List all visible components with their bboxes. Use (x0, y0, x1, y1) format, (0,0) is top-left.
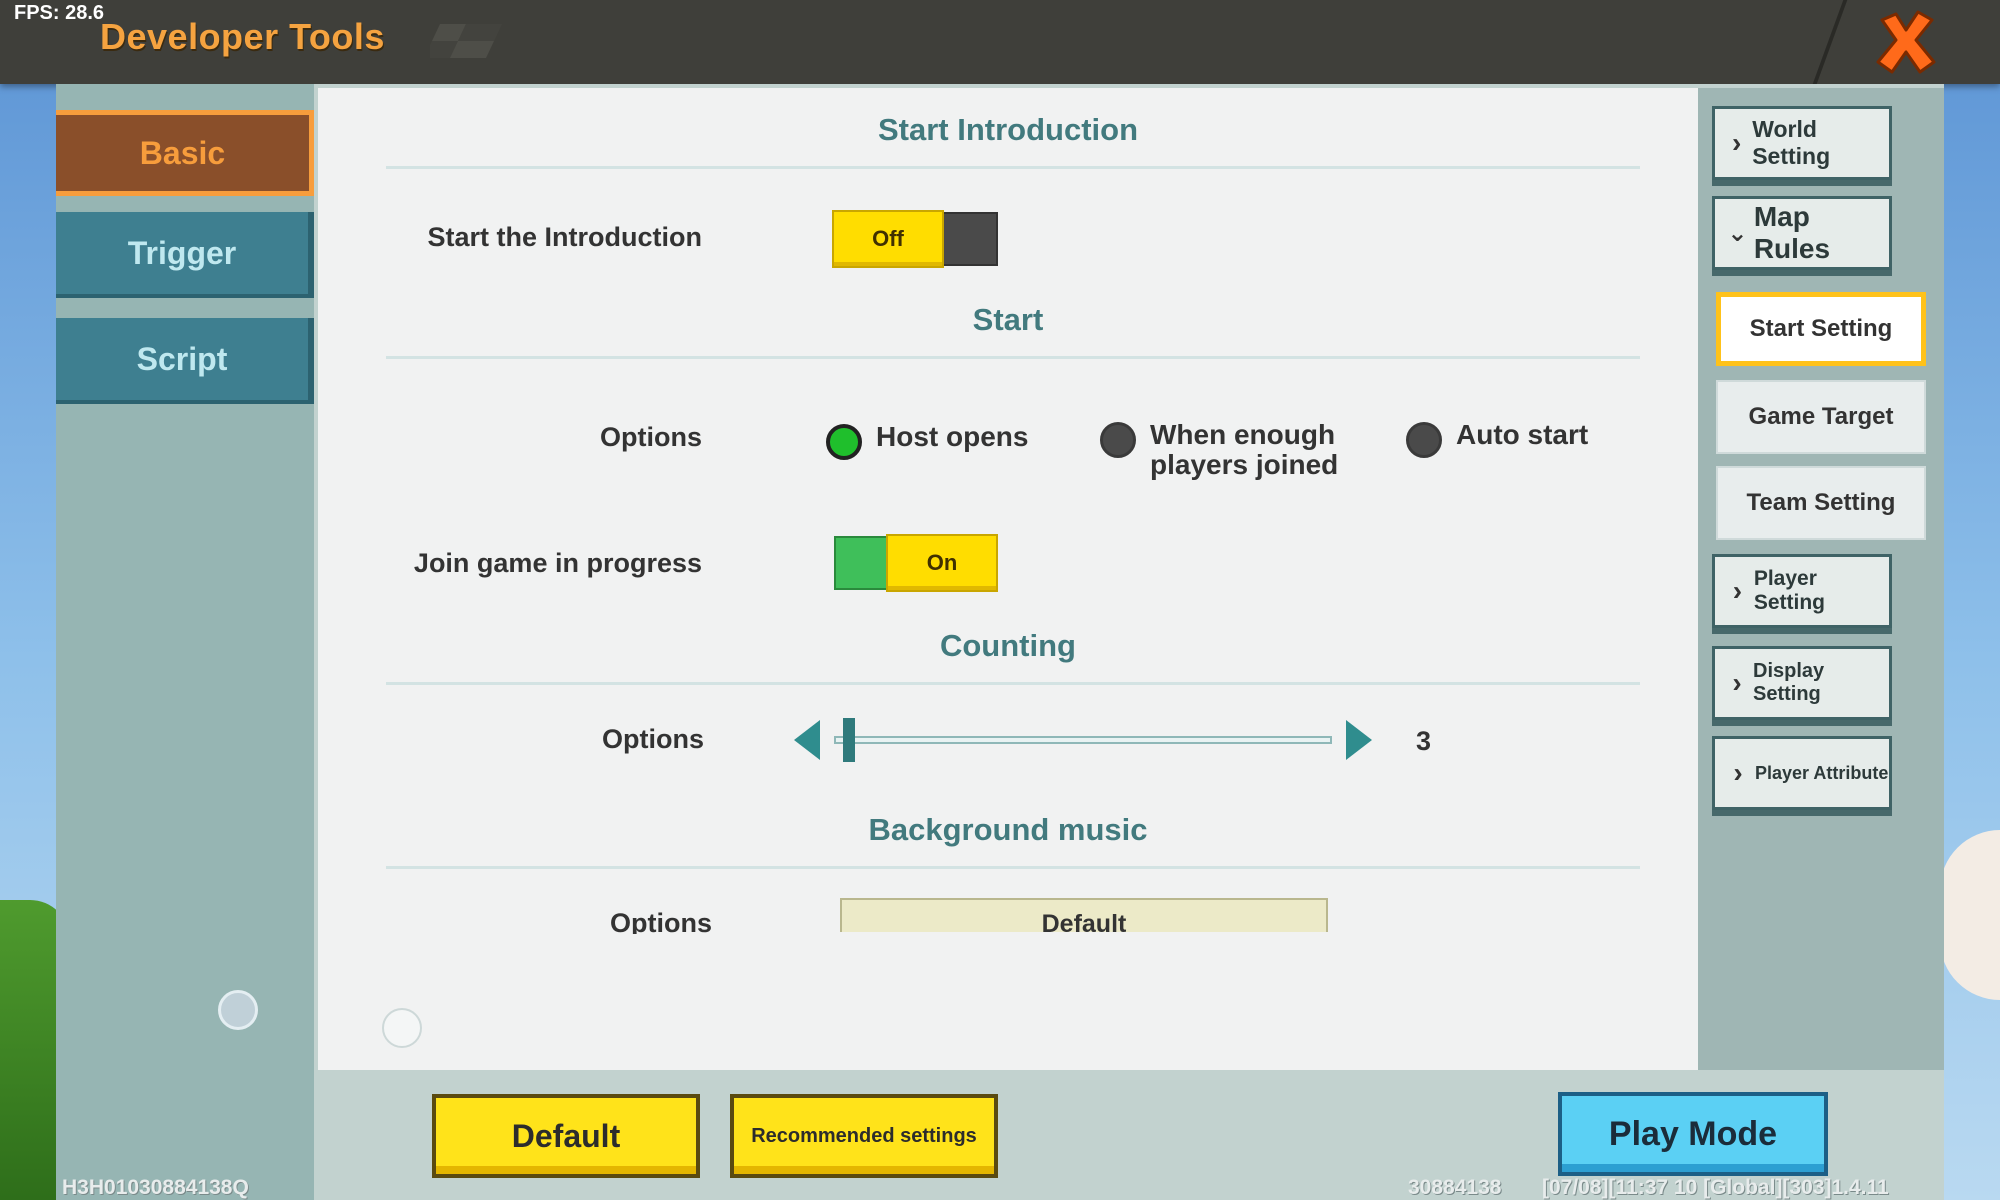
chevron-right-icon: › (1731, 127, 1742, 158)
scroll-knob (382, 1008, 422, 1048)
chevron-right-icon: › (1732, 575, 1743, 606)
nav-label: Player Attribute (1755, 762, 1889, 783)
toggle-state-label: On (886, 534, 998, 592)
decrease-arrow-icon[interactable] (794, 720, 820, 760)
chevron-down-icon: ⌄ (1727, 219, 1748, 247)
nav-map-rules[interactable]: ⌄ Map Rules (1712, 196, 1892, 270)
counting-options-label: Options (602, 724, 704, 754)
play-mode-button[interactable]: Play Mode (1558, 1092, 1828, 1176)
radio-when-enough-players[interactable]: When enough players joined (1100, 420, 1360, 480)
start-introduction-label: Start the Introduction (427, 222, 702, 252)
nav-label: World Setting (1752, 116, 1831, 169)
nav-start-setting[interactable]: Start Setting (1716, 292, 1926, 366)
nav-player-attribute[interactable]: › Player Attribute (1712, 736, 1892, 810)
toggle-track (834, 536, 892, 590)
start-options-label: Options (600, 422, 702, 452)
section-divider (386, 356, 1640, 359)
section-title-counting: Counting (939, 628, 1076, 663)
build-id: H3H01030884138Q (62, 1176, 249, 1199)
close-icon[interactable] (1870, 6, 1942, 78)
section-divider (386, 866, 1640, 869)
chevron-right-icon: › (1732, 667, 1742, 698)
radio-label: Host opens (876, 421, 1029, 452)
nav-player-setting[interactable]: › Player Setting (1712, 554, 1892, 628)
tab-trigger[interactable]: Trigger (56, 212, 314, 298)
nav-label: Display Setting (1753, 660, 1825, 705)
join-game-label: Join game in progress (413, 548, 702, 578)
chevron-right-icon: › (1733, 757, 1743, 788)
nav-display-setting[interactable]: › Display Setting (1712, 646, 1892, 720)
server-id: 30884138 (1408, 1176, 1502, 1199)
toggle-track (940, 212, 998, 266)
start-introduction-toggle[interactable]: Off (832, 210, 998, 268)
tab-script[interactable]: Script (56, 318, 314, 404)
slider-handle[interactable] (843, 718, 855, 762)
nav-game-target[interactable]: Game Target (1716, 380, 1926, 454)
nav-label: Player Setting (1753, 567, 1825, 614)
section-title-start-introduction: Start Introduction (877, 112, 1139, 147)
joystick-knob[interactable] (218, 990, 258, 1030)
section-divider (386, 166, 1640, 169)
section-title-start: Start (972, 302, 1044, 337)
build-info: [07/08][11:37 10 [Global][303]1.4.11 (1542, 1176, 1889, 1199)
nav-team-setting[interactable]: Team Setting (1716, 466, 1926, 540)
flag-icon (430, 24, 502, 58)
section-divider (386, 682, 1640, 685)
join-game-toggle[interactable]: On (834, 534, 1000, 592)
tab-basic[interactable]: Basic (56, 110, 314, 196)
increase-arrow-icon[interactable] (1346, 720, 1372, 760)
background-music-select[interactable]: Default (840, 898, 1328, 932)
radio-unselected-icon (1100, 422, 1136, 458)
counting-slider[interactable] (834, 736, 1332, 744)
nav-world-setting[interactable]: › World Setting (1712, 106, 1892, 180)
radio-unselected-icon (1406, 422, 1442, 458)
toggle-state-label: Off (832, 210, 944, 268)
nav-label: Map Rules (1753, 201, 1831, 264)
counting-value: 3 (1416, 726, 1432, 756)
radio-host-opens[interactable]: Host opens (826, 422, 1028, 460)
section-title-background-music: Background music (868, 812, 1148, 847)
music-options-label: Options (610, 908, 712, 934)
recommended-settings-button[interactable]: Recommended settings (730, 1094, 998, 1178)
radio-selected-icon (826, 424, 862, 460)
radio-label: When enough players joined (1150, 419, 1339, 480)
radio-auto-start[interactable]: Auto start (1406, 420, 1588, 458)
radio-label: Auto start (1456, 419, 1589, 450)
default-button[interactable]: Default (432, 1094, 700, 1178)
fps-counter: FPS: 28.6 (14, 2, 105, 24)
window-title: Developer Tools (100, 16, 385, 57)
